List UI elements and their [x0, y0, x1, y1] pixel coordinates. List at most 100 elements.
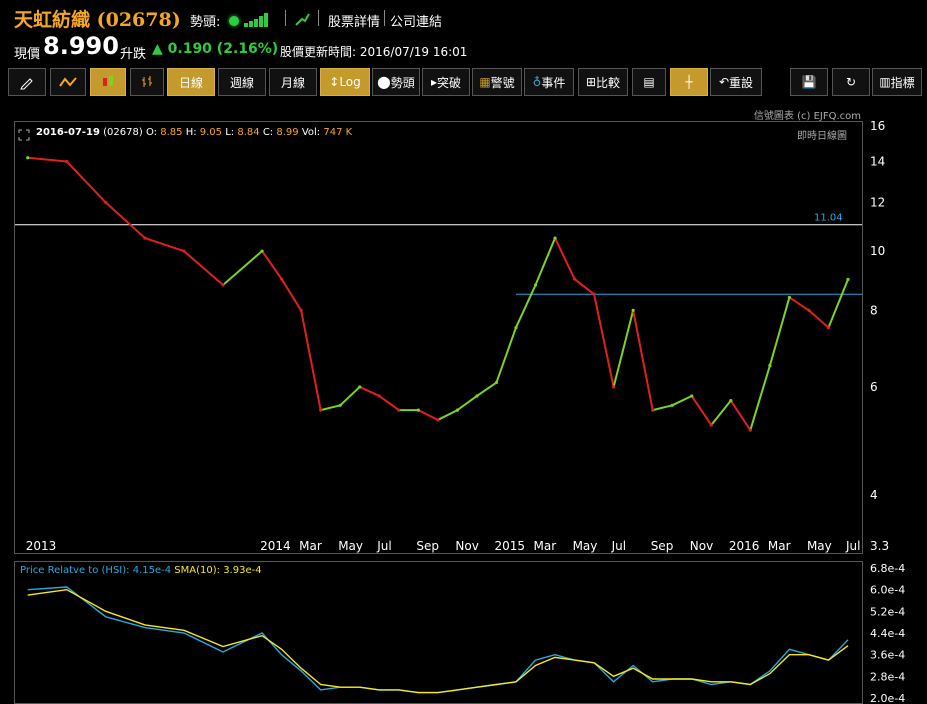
chart-svg: 16 14 12 10 8 6 4 3.3 2013 2014 Mar May Jul Sep Nov 201… [15, 119, 905, 704]
price-point [397, 408, 401, 412]
price-point [143, 236, 147, 240]
price-segment [27, 156, 67, 163]
price-segment [378, 395, 400, 411]
price-segment [417, 409, 439, 421]
price-point [299, 308, 303, 313]
x-tick-label: Jul [845, 539, 860, 553]
price-point [494, 380, 499, 385]
price-segment [300, 310, 322, 411]
expand-icon[interactable] [18, 126, 30, 141]
price-point [651, 408, 655, 412]
resistance-line-label: 11.04 [814, 213, 843, 224]
price-segment [359, 386, 380, 397]
price-segment [66, 160, 107, 204]
price-segment [729, 400, 752, 431]
price-segment [554, 237, 576, 280]
rel-y-tick-label: 4.4e-4 [870, 627, 905, 640]
x-tick-label: Sep [651, 539, 674, 553]
x-tick-label: Nov [690, 539, 713, 553]
price-segment [320, 404, 341, 412]
price-point [416, 408, 420, 412]
price-point [65, 159, 69, 164]
price-point [475, 394, 479, 398]
price-point [709, 423, 713, 427]
price-point [221, 283, 225, 287]
price-point [690, 394, 694, 398]
y-tick-label: 14 [870, 155, 885, 169]
price-segment [690, 395, 713, 426]
price-point [26, 156, 30, 160]
rel-y-tick-label: 6.8e-4 [870, 562, 905, 575]
high-value: 9.05 [199, 127, 223, 138]
price-point [377, 394, 381, 398]
price-segment [476, 381, 498, 397]
price-segment [749, 365, 771, 431]
sma-line [27, 588, 849, 694]
price-point [729, 398, 733, 403]
price-point [260, 249, 264, 253]
price-segment [261, 250, 283, 280]
x-tick-label: Mar [768, 539, 791, 553]
low-label: L: [225, 127, 235, 138]
low-value: 8.84 [237, 127, 260, 138]
price-point [826, 325, 831, 330]
rel-y-tick-label: 2.0e-4 [870, 692, 905, 704]
price-segment [612, 310, 635, 388]
x-tick-label: 2014 [260, 539, 291, 553]
x-tick-label: 2013 [26, 539, 57, 553]
price-segment [222, 250, 263, 286]
x-tick-label: Mar [299, 539, 322, 553]
open-label: O: [145, 127, 158, 138]
close-label: C: [262, 127, 274, 138]
price-segment [105, 201, 146, 239]
sma-label: SMA(10): [174, 565, 220, 576]
price-point [768, 364, 772, 368]
price-point [572, 277, 577, 281]
x-tick-label: May [338, 539, 363, 553]
price-point [787, 295, 792, 300]
price-point [748, 428, 752, 432]
volume-value: 747 K [323, 127, 353, 138]
rel-y-tick-label: 6.0e-4 [870, 584, 905, 597]
ohlc-date: 2016-07-19 [36, 127, 100, 138]
high-label: H: [185, 127, 197, 138]
relative-info: Price Relatve to (HSI): 4.15e-4 SMA(10):… [20, 565, 262, 576]
x-tick-label: 2015 [494, 539, 525, 553]
volume-label: Vol: [301, 127, 321, 138]
price-point [514, 325, 518, 330]
realtime-label[interactable]: 即時日線圖 [797, 127, 847, 142]
rel-y-tick-label: 5.2e-4 [870, 605, 905, 618]
price-segment [632, 310, 654, 411]
price-segment [808, 309, 830, 329]
price-segment [671, 395, 693, 407]
price-point [612, 385, 616, 389]
price-point [807, 308, 811, 313]
price-segment [515, 284, 537, 328]
price-point [358, 385, 362, 389]
price-point [338, 403, 342, 407]
x-tick-label: Nov [455, 539, 478, 553]
y-tick-label: 3.3 [870, 539, 889, 553]
price-segment [573, 278, 595, 296]
ohlc-code: (02678) [103, 127, 143, 138]
relative-value: 4.15e-4 [132, 565, 172, 576]
price-segment [652, 404, 673, 412]
y-tick-label: 12 [870, 196, 885, 210]
rel-y-tick-label: 2.8e-4 [870, 670, 905, 683]
price-point [436, 418, 440, 422]
price-segment [768, 297, 791, 366]
price-segment [827, 278, 849, 328]
price-point [280, 277, 284, 281]
price-point [182, 249, 186, 253]
price-point [455, 408, 459, 412]
ohlc-info: 2016-07-19 (02678) O: 8.85 H: 9.05 L: 8.… [36, 127, 352, 138]
price-point [670, 403, 674, 407]
x-tick-label: Mar [534, 539, 557, 553]
y-tick-label: 8 [870, 303, 878, 317]
price-point [553, 236, 557, 240]
relative-label: Price Relatve to (HSI): [20, 565, 130, 576]
price-segment [183, 250, 224, 286]
price-segment [495, 327, 517, 383]
close-value: 8.99 [276, 127, 299, 138]
x-tick-label: May [807, 539, 832, 553]
